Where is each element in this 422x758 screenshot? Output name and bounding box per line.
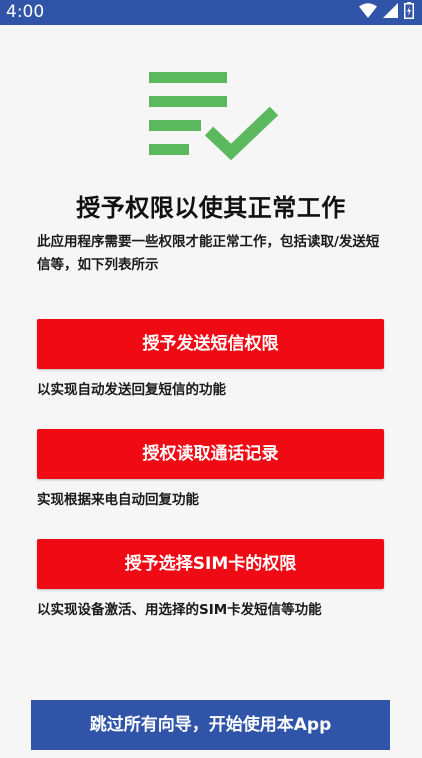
sim-permission-caption: 以实现设备激活、用选择的SIM卡发短信等功能 xyxy=(37,602,322,618)
call-log-permission-caption: 实现根据来电自动回复功能 xyxy=(37,492,199,508)
skip-wizard-button[interactable]: 跳过所有向导，开始使用本App xyxy=(31,700,390,750)
grant-sms-permission-button[interactable]: 授予发送短信权限 xyxy=(37,319,384,369)
grant-call-log-permission-button[interactable]: 授权读取通话记录 xyxy=(37,429,384,479)
status-icons xyxy=(359,2,414,23)
checklist-icon xyxy=(146,72,281,162)
wifi-icon xyxy=(359,3,377,22)
page-title: 授予权限以使其正常工作 xyxy=(76,194,346,222)
cellular-signal-icon xyxy=(383,3,398,22)
battery-charging-icon xyxy=(404,2,414,23)
status-time: 4:00 xyxy=(6,2,45,22)
status-bar: 4:00 xyxy=(0,0,422,25)
grant-sim-permission-button[interactable]: 授予选择SIM卡的权限 xyxy=(37,539,384,589)
sms-permission-caption: 以实现自动发送回复短信的功能 xyxy=(37,382,226,398)
page-description: 此应用程序需要一些权限才能正常工作，包括读取/发送短信等，如下列表所示 xyxy=(37,234,380,273)
